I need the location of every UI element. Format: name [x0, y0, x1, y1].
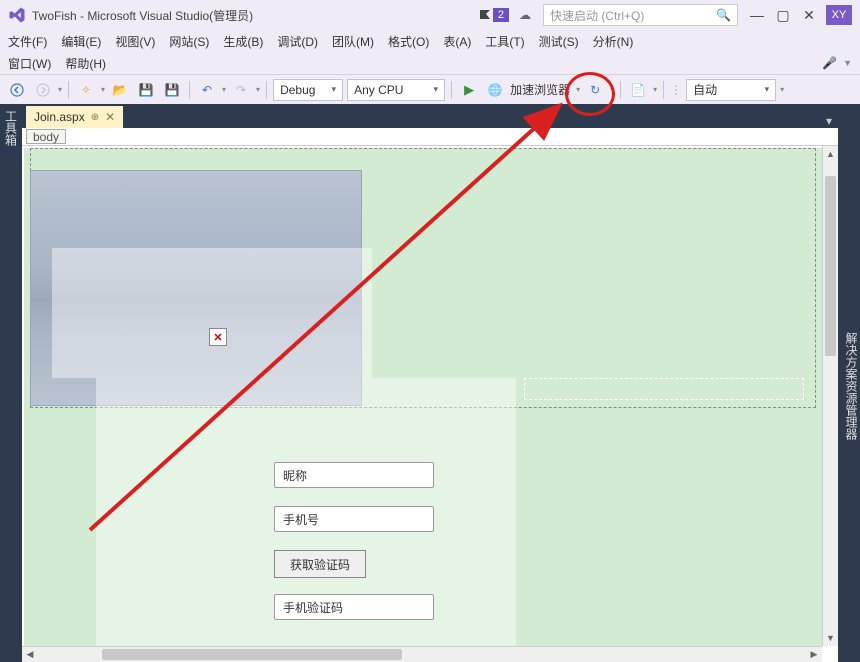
- vs-logo-icon: [8, 6, 26, 24]
- maximize-button[interactable]: ▢: [770, 5, 796, 25]
- new-item-button[interactable]: ✧: [75, 79, 97, 101]
- panel-overlay-1: [52, 248, 372, 378]
- menu-item[interactable]: 调试(D): [277, 33, 318, 50]
- close-button[interactable]: ✕: [796, 5, 822, 25]
- rail-solution-explorer[interactable]: 解决方案资源管理器: [843, 332, 860, 440]
- toolbox-rail[interactable]: 工具箱: [0, 104, 22, 662]
- menu-item[interactable]: 团队(M): [332, 33, 374, 50]
- menu-item[interactable]: 编辑(E): [61, 33, 101, 50]
- run-target-label: 加速浏览器: [510, 81, 570, 98]
- window-title: TwoFish - Microsoft Visual Studio(管理员): [32, 7, 253, 24]
- breadcrumb-bar: body: [22, 128, 838, 146]
- search-icon: 🔍: [716, 8, 731, 22]
- editor-area: Join.aspx ⊕ ✕ ▾ body ✕ 昵称 手机号 获取验证码 手机验证…: [22, 104, 838, 662]
- refresh-icon[interactable]: ↻: [584, 79, 606, 101]
- undo-button[interactable]: ↶: [196, 79, 218, 101]
- nav-back-button[interactable]: [6, 79, 28, 101]
- vertical-scrollbar[interactable]: ▲ ▼: [822, 146, 838, 646]
- search-placeholder: 快速启动 (Ctrl+Q): [550, 7, 716, 24]
- scroll-left-icon[interactable]: ◀: [22, 647, 38, 662]
- toolbar: ▾ ✧ ▾ 📂 💾 💾 ↶ ▾ ↷ ▾ Debug▾ Any CPU▾ ▶ 🌐 …: [0, 74, 860, 104]
- phone-field[interactable]: 手机号: [274, 506, 434, 532]
- tab-overflow-icon[interactable]: ▾: [820, 114, 838, 128]
- user-badge[interactable]: XY: [826, 5, 852, 25]
- menu-item[interactable]: 表(A): [443, 33, 471, 50]
- auto-dropdown[interactable]: 自动▾: [686, 79, 776, 101]
- menu-item[interactable]: 网站(S): [169, 33, 209, 50]
- redo-button: ↷: [230, 79, 252, 101]
- selection-marker: [524, 378, 804, 400]
- tab-join-aspx[interactable]: Join.aspx ⊕ ✕: [26, 106, 123, 128]
- menu-item[interactable]: 工具(T): [485, 33, 524, 50]
- pin-icon[interactable]: ⊕: [91, 112, 99, 123]
- menu-item[interactable]: 生成(B): [223, 33, 263, 50]
- open-button[interactable]: 📂: [109, 79, 131, 101]
- toolbar-grip: ⋮: [670, 83, 682, 97]
- find-icon[interactable]: 📄: [627, 79, 649, 101]
- breadcrumb-body[interactable]: body: [26, 129, 66, 144]
- minimize-button[interactable]: —: [744, 5, 770, 25]
- menu-item[interactable]: 格式(O): [388, 33, 429, 50]
- document-tabs: Join.aspx ⊕ ✕ ▾: [22, 104, 838, 128]
- title-bar: TwoFish - Microsoft Visual Studio(管理员) 2…: [0, 0, 860, 30]
- menu-item[interactable]: 视图(V): [115, 33, 155, 50]
- tab-label: Join.aspx: [34, 110, 85, 124]
- voice-icon[interactable]: 🎤: [822, 56, 837, 70]
- right-rails: 解决方案资源管理器 团队资源管理器 诊断工具 属性: [838, 104, 860, 662]
- scroll-thumb-v[interactable]: [825, 176, 836, 356]
- notifications[interactable]: 2: [479, 8, 509, 22]
- phone-code-field[interactable]: 手机验证码: [274, 594, 434, 620]
- browser-icon[interactable]: 🌐: [484, 79, 506, 101]
- tab-close-icon[interactable]: ✕: [105, 110, 115, 124]
- menu-bar: 文件(F) 编辑(E) 视图(V) 网站(S) 生成(B) 调试(D) 团队(M) 格式(O)…: [0, 30, 860, 74]
- run-button[interactable]: ▶: [458, 79, 480, 101]
- quick-launch-search[interactable]: 快速启动 (Ctrl+Q) 🔍: [543, 4, 738, 26]
- scroll-right-icon[interactable]: ▶: [806, 647, 822, 662]
- save-button[interactable]: 💾: [135, 79, 157, 101]
- nickname-field[interactable]: 昵称: [274, 462, 434, 488]
- notification-count: 2: [493, 8, 509, 22]
- get-code-button[interactable]: 获取验证码: [274, 550, 366, 578]
- horizontal-scrollbar[interactable]: ◀ ▶: [22, 646, 822, 662]
- nav-forward-button: [32, 79, 54, 101]
- broken-image-icon[interactable]: ✕: [209, 328, 227, 346]
- chevron-down-icon[interactable]: ▼: [843, 58, 852, 68]
- menu-item[interactable]: 测试(S): [539, 33, 579, 50]
- workspace: 工具箱 Join.aspx ⊕ ✕ ▾ body ✕ 昵称 手机号 获取: [0, 104, 860, 662]
- menu-item[interactable]: 文件(F): [8, 33, 47, 50]
- design-canvas[interactable]: ✕ 昵称 手机号 获取验证码 手机验证码 ▲ ▼ ◀ ▶: [22, 146, 838, 662]
- feedback-icon[interactable]: ☁: [519, 8, 531, 22]
- config-dropdown[interactable]: Debug▾: [273, 79, 343, 101]
- platform-dropdown[interactable]: Any CPU▾: [347, 79, 445, 101]
- flag-icon: [479, 9, 491, 21]
- scroll-down-icon[interactable]: ▼: [823, 630, 838, 646]
- save-all-button[interactable]: 💾: [161, 79, 183, 101]
- menu-item[interactable]: 分析(N): [593, 33, 634, 50]
- menu-item[interactable]: 帮助(H): [65, 55, 106, 72]
- scroll-up-icon[interactable]: ▲: [823, 146, 838, 162]
- page-surface[interactable]: ✕ 昵称 手机号 获取验证码 手机验证码: [24, 148, 822, 646]
- menu-item[interactable]: 窗口(W): [8, 55, 51, 72]
- scroll-thumb-h[interactable]: [102, 649, 402, 660]
